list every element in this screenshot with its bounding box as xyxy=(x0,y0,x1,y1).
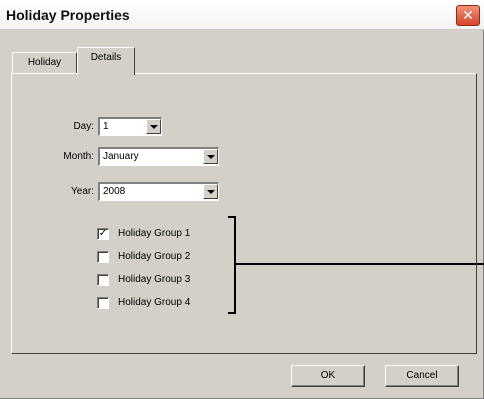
month-value: January xyxy=(103,151,139,162)
holiday-group-2-label: Holiday Group 2 xyxy=(118,251,191,262)
ok-button[interactable]: OK xyxy=(291,365,365,387)
year-select[interactable]: 2008 xyxy=(98,182,219,201)
year-label: Year: xyxy=(71,186,94,197)
close-button[interactable]: ✕ xyxy=(456,5,480,26)
annotation-bracket xyxy=(228,216,236,314)
month-select[interactable]: January xyxy=(98,147,219,166)
close-icon: ✕ xyxy=(462,7,474,23)
annotation-leader-line xyxy=(236,263,484,265)
chevron-down-icon[interactable] xyxy=(203,149,218,164)
chevron-down-icon[interactable] xyxy=(146,119,161,134)
holiday-group-2-checkbox[interactable] xyxy=(97,251,109,263)
holiday-group-4-checkbox[interactable] xyxy=(97,297,109,309)
tab-holiday[interactable]: Holiday xyxy=(12,52,77,74)
day-value: 1 xyxy=(103,121,109,132)
chevron-down-icon[interactable] xyxy=(203,184,218,199)
tab-details[interactable]: Details xyxy=(77,47,135,75)
details-tab-panel xyxy=(11,73,477,354)
day-label: Day: xyxy=(73,121,94,132)
holiday-group-1-label: Holiday Group 1 xyxy=(118,228,191,239)
title-bar[interactable]: Holiday Properties ✕ xyxy=(0,0,484,30)
month-label: Month: xyxy=(63,151,94,162)
holiday-group-3-label: Holiday Group 3 xyxy=(118,274,191,285)
holiday-properties-dialog: Holiday Properties ✕ Holiday Details Day… xyxy=(0,0,484,399)
window-title: Holiday Properties xyxy=(6,7,130,23)
day-select[interactable]: 1 xyxy=(98,117,162,136)
holiday-group-4-label: Holiday Group 4 xyxy=(118,297,191,308)
year-value: 2008 xyxy=(103,186,126,197)
holiday-group-3-checkbox[interactable] xyxy=(97,274,109,286)
holiday-group-1-checkbox[interactable]: ✓ xyxy=(97,228,109,240)
cancel-button[interactable]: Cancel xyxy=(385,365,459,387)
